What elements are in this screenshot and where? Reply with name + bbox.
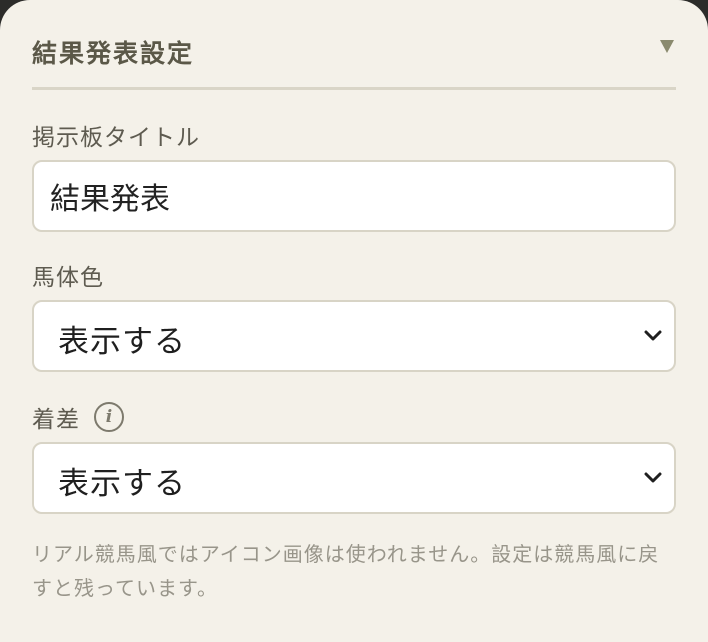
section-title: 結果発表設定 bbox=[32, 39, 195, 68]
horse-color-select[interactable]: 表示する bbox=[32, 300, 676, 372]
margin-label: 着差 bbox=[32, 407, 80, 433]
info-icon[interactable]: i bbox=[94, 402, 124, 432]
margin-selected-value: 表示する bbox=[58, 466, 186, 502]
help-note: リアル競馬風ではアイコン画像は使われません。設定は競馬風に戻すと残っています。 bbox=[32, 542, 660, 600]
margin-select[interactable]: 表示する bbox=[32, 442, 676, 514]
horse-color-selected-value: 表示する bbox=[58, 324, 186, 360]
collapse-triangle-icon[interactable] bbox=[660, 40, 674, 53]
section-header[interactable]: 結果発表設定 bbox=[32, 30, 676, 70]
board-title-label: 掲示板タイトル bbox=[32, 125, 200, 151]
result-settings-panel: 結果発表設定 掲示板タイトル 馬体色 表示する 着差 i 表示する リアル競馬風… bbox=[0, 0, 708, 642]
chevron-down-icon bbox=[644, 330, 662, 341]
horse-color-label: 馬体色 bbox=[32, 265, 104, 291]
chevron-down-icon bbox=[644, 472, 662, 483]
divider bbox=[32, 87, 676, 90]
board-title-input[interactable] bbox=[32, 160, 676, 232]
